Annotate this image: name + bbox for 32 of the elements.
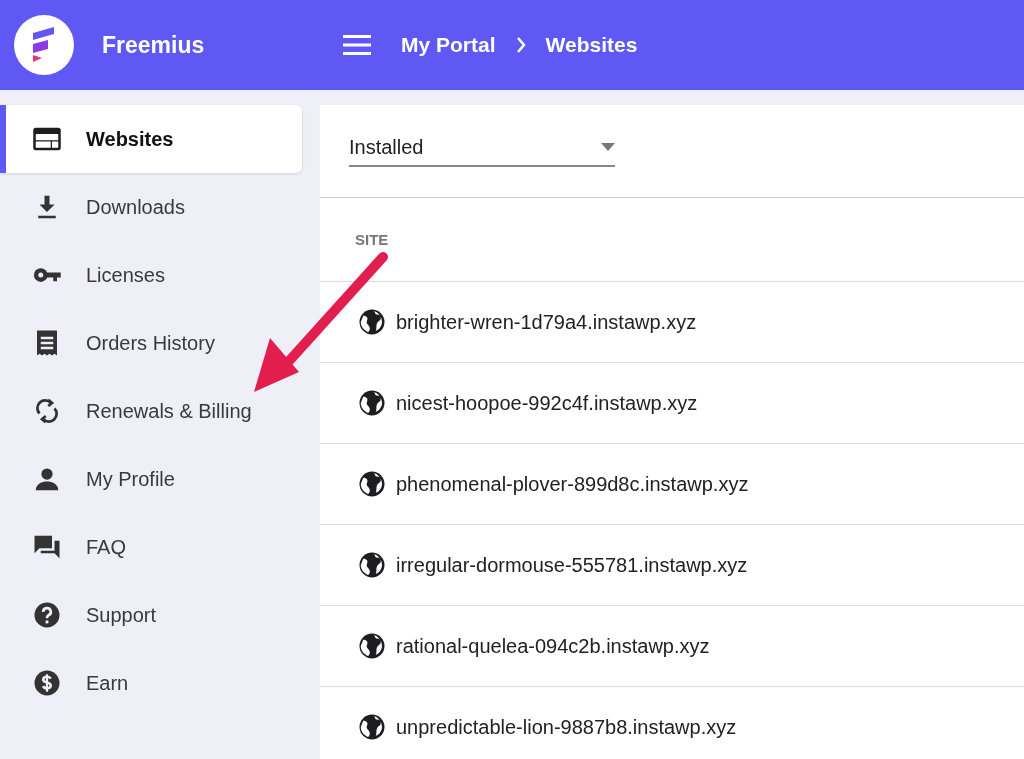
site-address[interactable]: rational-quelea-094c2b.instawp.xyz: [396, 634, 710, 658]
logo-icon: [14, 15, 74, 75]
globe-icon: [357, 712, 387, 742]
sidebar-item[interactable]: Downloads: [0, 192, 185, 222]
sidebar-item[interactable]: Renewals & Billing: [0, 396, 252, 426]
menu-icon[interactable]: [343, 35, 371, 55]
site-address[interactable]: unpredictable-lion-9887b8.instawp.xyz: [396, 715, 737, 739]
help-icon: [32, 600, 62, 630]
status-dropdown[interactable]: Installed: [349, 135, 615, 167]
dollar-icon: [32, 668, 62, 698]
globe-icon: [357, 550, 387, 580]
sidebar-item[interactable]: Support: [0, 600, 157, 630]
brand-name: Freemius: [102, 31, 205, 59]
site-address[interactable]: phenomenal-plover-899d8c.instawp.xyz: [396, 472, 749, 496]
site-address[interactable]: brighter-wren-1d79a4.instawp.xyz: [396, 310, 697, 334]
site-address[interactable]: nicest-hoopoe-992c4f.instawp.xyz: [396, 391, 698, 415]
sidebar-item[interactable]: Websites: [0, 105, 302, 173]
dropdown-caret-icon: [601, 143, 615, 151]
globe-icon: [357, 469, 387, 499]
site-address[interactable]: irregular-dormouse-555781.instawp.xyz: [396, 553, 748, 577]
globe-icon: [357, 631, 387, 661]
globe-icon: [357, 388, 387, 418]
sidebar-item[interactable]: Licenses: [0, 260, 165, 290]
breadcrumb-link[interactable]: My Portal: [401, 33, 496, 57]
chevron-right-icon: [515, 37, 526, 53]
column-header: SITE: [355, 231, 389, 248]
sidebar-item[interactable]: Orders History: [0, 328, 215, 358]
sidebar-item[interactable]: Earn: [0, 668, 129, 698]
globe-icon: [357, 307, 387, 337]
sidebar-item[interactable]: FAQ: [0, 532, 126, 562]
sidebar-item[interactable]: My Profile: [0, 464, 175, 494]
breadcrumb-link[interactable]: Websites: [545, 33, 638, 57]
